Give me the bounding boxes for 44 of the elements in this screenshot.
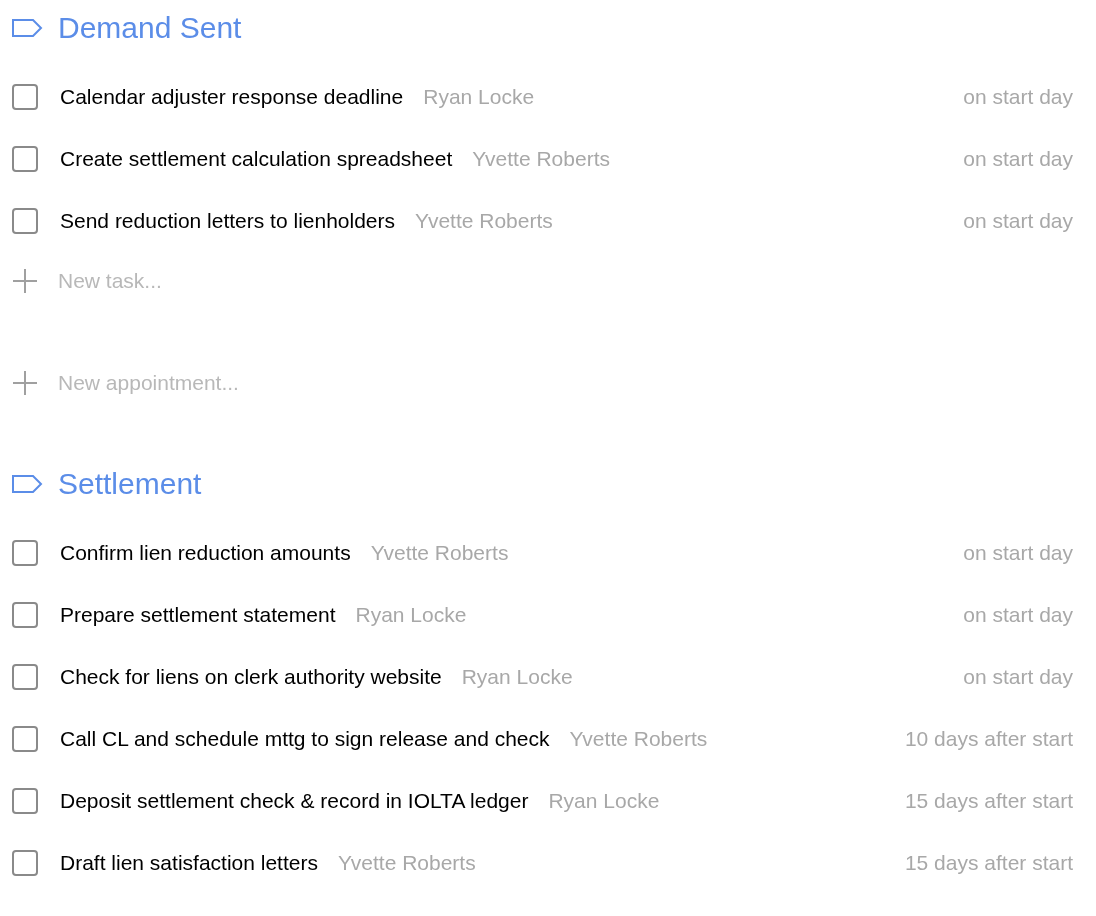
assignee-name: Yvette Roberts	[569, 726, 708, 753]
assignee-name: Ryan Locke	[548, 788, 660, 815]
checkbox[interactable]	[12, 208, 38, 234]
section-title: Demand Sent	[58, 13, 242, 43]
assignee-name: Yvette Roberts	[415, 208, 553, 235]
label-tag-icon	[12, 19, 43, 37]
task-title[interactable]: Create settlement calculation spreadsheet	[60, 143, 453, 175]
checkbox[interactable]	[12, 602, 38, 628]
due-date: 10 days after start	[903, 726, 1073, 753]
plus-icon[interactable]	[12, 268, 38, 294]
checkbox[interactable]	[12, 540, 38, 566]
due-date: on start day	[962, 146, 1073, 173]
task-title[interactable]: Draft lien satisfaction letters	[60, 847, 318, 879]
label-tag-icon	[12, 475, 43, 493]
assignee-name: Yvette Roberts	[337, 850, 476, 877]
task-title[interactable]: Check for liens on clerk authority website	[60, 661, 442, 693]
task-title[interactable]: Calendar adjuster response deadline	[60, 81, 404, 113]
due-date: on start day	[962, 208, 1073, 235]
task-title[interactable]: Call CL and schedule mttg to sign release and check	[60, 723, 550, 755]
assignee-name: Ryan Locke	[461, 664, 573, 691]
checkbox[interactable]	[12, 84, 38, 110]
new-appointment-field[interactable]: New appointment...	[58, 367, 458, 399]
due-date: on start day	[962, 540, 1073, 567]
assignee-name: Yvette Roberts	[370, 540, 509, 567]
checkbox[interactable]	[12, 788, 38, 814]
task-title[interactable]: Send reduction letters to lienholders	[60, 205, 396, 237]
assignee-name: Ryan Locke	[423, 84, 535, 111]
due-date: on start day	[962, 602, 1073, 629]
checkbox[interactable]	[12, 664, 38, 690]
assignee-name: Ryan Locke	[355, 602, 467, 629]
checkbox[interactable]	[12, 850, 38, 876]
task-title[interactable]: Prepare settlement statement	[60, 599, 336, 631]
plus-icon[interactable]	[12, 370, 38, 396]
section-title: Settlement	[58, 469, 202, 499]
due-date: on start day	[962, 664, 1073, 691]
assignee-name: Yvette Roberts	[472, 146, 610, 173]
due-date: 15 days after start	[903, 788, 1073, 815]
due-date: on start day	[962, 84, 1073, 111]
due-date: 15 days after start	[903, 850, 1073, 877]
checkbox[interactable]	[12, 726, 38, 752]
task-title[interactable]: Confirm lien reduction amounts	[60, 537, 351, 569]
checkbox[interactable]	[12, 146, 38, 172]
task-title[interactable]: Deposit settlement check & record in IOLTA ledger	[60, 785, 529, 817]
new-task-field[interactable]: New task...	[58, 265, 458, 297]
